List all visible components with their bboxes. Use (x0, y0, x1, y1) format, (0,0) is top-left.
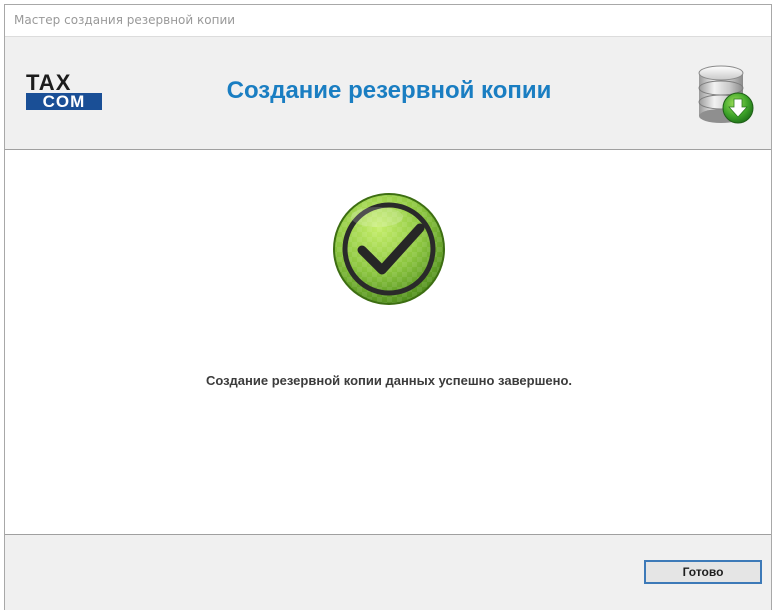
wizard-content: Создание резервной копии данных успешно … (5, 150, 771, 534)
wizard-footer: Готово (5, 534, 771, 610)
done-button[interactable]: Готово (644, 560, 762, 584)
window-title: Мастер создания резервной копии (14, 13, 236, 27)
database-download-icon (695, 64, 755, 126)
status-message: Создание резервной копии данных успешно … (205, 373, 573, 388)
title-bar[interactable]: Мастер создания резервной копии (5, 5, 771, 36)
backup-wizard-window: Мастер создания резервной копии TAX COM … (4, 4, 772, 610)
wizard-title: Создание резервной копии (226, 77, 552, 104)
wizard-header: TAX COM Создание резервной копии (5, 36, 771, 150)
success-check-icon (332, 192, 446, 306)
